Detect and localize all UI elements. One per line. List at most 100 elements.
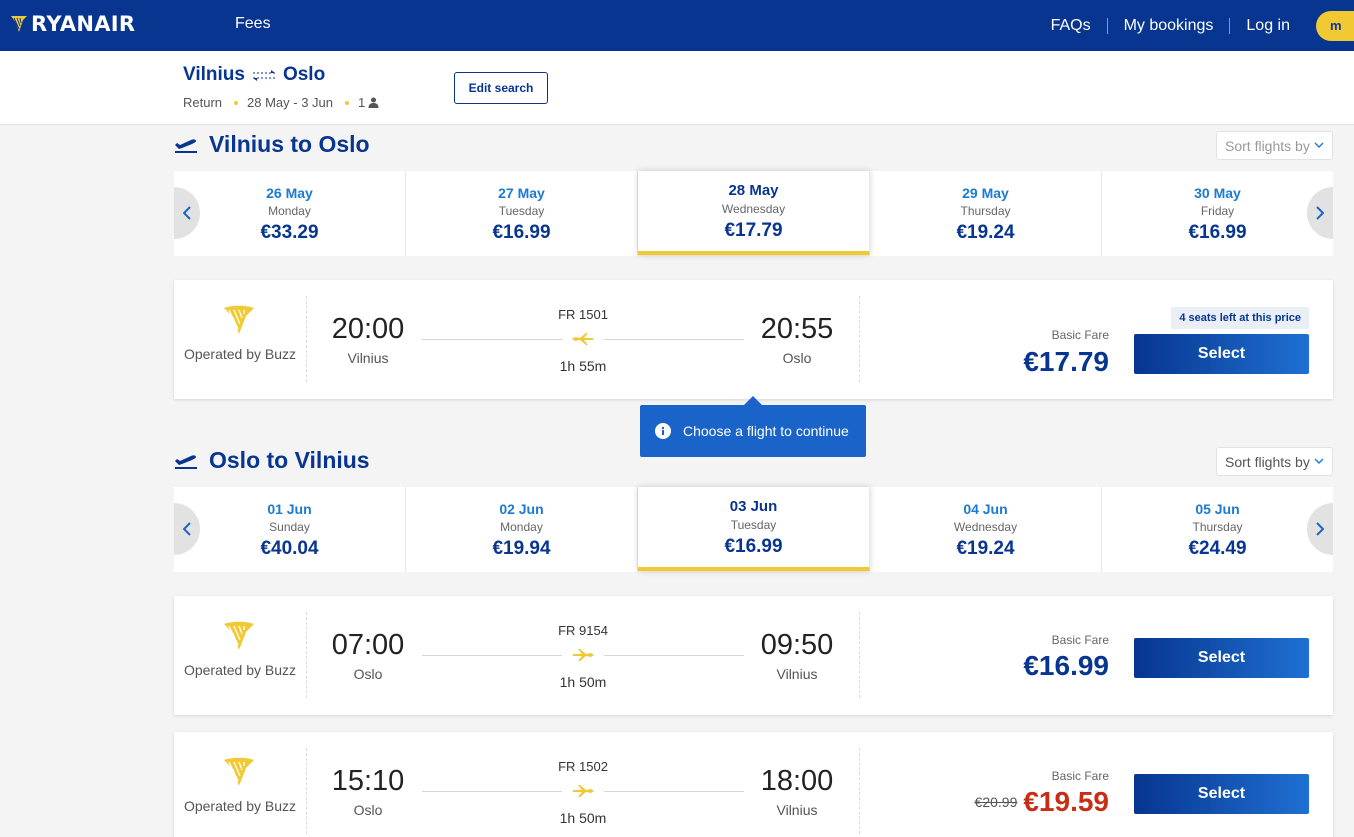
outbound-title-text: Vilnius to Oslo: [209, 131, 370, 157]
flight-path-line: [422, 655, 562, 656]
date-label: 26 May: [266, 185, 313, 201]
date-price: €16.99: [724, 536, 783, 557]
operator-block: Operated by Buzz: [174, 596, 306, 715]
day-label: Thursday: [960, 204, 1011, 218]
departure-time: 15:10: [331, 765, 405, 797]
sort-label: Sort flights by: [1225, 137, 1310, 154]
select-flight-button[interactable]: Select: [1134, 774, 1309, 814]
arrival-time: 18:00: [760, 765, 834, 797]
chevron-down-icon: [1314, 458, 1324, 464]
day-label: Wednesday: [953, 520, 1018, 534]
date-label: 01 Jun: [267, 501, 312, 517]
trip-dates: 28 May - 3 Jun: [247, 95, 334, 110]
departure-city: Oslo: [353, 666, 383, 682]
avatar-initial: m: [1330, 17, 1342, 33]
operator-block: Operated by Buzz: [174, 732, 306, 837]
date-price: €17.79: [724, 220, 783, 241]
inbound-date-carousel: 01 Jun Sunday €40.04 02 Jun Monday €19.9…: [174, 487, 1333, 572]
departure-city: Oslo: [353, 802, 383, 818]
harp-logo-icon: [224, 621, 254, 650]
inbound-sort-dropdown[interactable]: Sort flights by: [1216, 447, 1333, 476]
nav-fees-link[interactable]: Fees: [235, 15, 271, 33]
day-label: Monday: [500, 520, 543, 534]
nav-my-bookings-link[interactable]: My bookings: [1108, 17, 1230, 35]
date-label: 28 May: [728, 182, 779, 199]
takeoff-icon: [175, 138, 197, 153]
passenger-count: 1: [358, 95, 366, 110]
day-label: Friday: [1200, 204, 1235, 218]
date-price: €33.29: [260, 222, 319, 243]
date-price: €16.99: [492, 222, 551, 243]
date-price: €40.04: [260, 538, 319, 559]
operator-label: Operated by Buzz: [183, 346, 297, 362]
choose-flight-tooltip: Choose a flight to continue: [640, 396, 866, 457]
avatar[interactable]: m: [1316, 10, 1354, 41]
flight-card[interactable]: Operated by Buzz 15:10 Oslo FR 1502 1h 5…: [174, 732, 1333, 837]
day-label: Tuesday: [730, 518, 777, 532]
arrival-city: Vilnius: [776, 802, 818, 818]
outbound-sort-dropdown[interactable]: Sort flights by: [1216, 131, 1333, 160]
flight-price: €20.99 €19.59: [975, 786, 1109, 818]
day-label: Thursday: [1192, 520, 1243, 534]
arrival-city: Vilnius: [776, 666, 818, 682]
arrival-city: Oslo: [782, 350, 812, 366]
chevron-left-icon: [183, 206, 191, 220]
select-flight-button[interactable]: Select: [1134, 334, 1309, 374]
date-label: 27 May: [498, 185, 545, 201]
fare-type-label: Basic Fare: [1051, 328, 1109, 342]
date-price: €19.94: [492, 538, 551, 559]
outbound-section-title: Vilnius to Oslo: [174, 131, 370, 158]
card-divider: [306, 748, 307, 834]
date-price: €24.49: [1188, 538, 1247, 559]
date-label: 04 Jun: [963, 501, 1008, 517]
date-label: 05 Jun: [1195, 501, 1240, 517]
flight-path-line: [422, 791, 562, 792]
date-label: 30 May: [1194, 185, 1241, 201]
card-divider: [859, 612, 860, 698]
top-navigation: RYANAIR Fees FAQs My bookings Log in m: [0, 0, 1354, 51]
fare-type-label: Basic Fare: [1051, 633, 1109, 647]
flight-card[interactable]: Operated by Buzz 07:00 Oslo FR 9154 1h 5…: [174, 596, 1333, 715]
date-label: 03 Jun: [729, 498, 778, 515]
operator-block: Operated by Buzz: [174, 280, 306, 399]
harp-logo-icon: [224, 757, 254, 786]
outbound-date-option[interactable]: 26 May Monday €33.29: [174, 171, 406, 256]
departure-city: Vilnius: [347, 350, 389, 366]
inbound-date-option[interactable]: 05 Jun Thursday €24.49: [1102, 487, 1333, 572]
arrival-time: 09:50: [760, 629, 834, 661]
sale-price: €19.59: [1023, 786, 1109, 817]
departure-time: 20:00: [331, 313, 405, 345]
outbound-date-option[interactable]: 29 May Thursday €19.24: [870, 171, 1102, 256]
chevron-right-icon: [1316, 206, 1324, 220]
edit-search-button[interactable]: Edit search: [454, 72, 548, 104]
route-heading: Vilnius Oslo: [183, 64, 325, 86]
plane-icon: [572, 785, 594, 797]
origin-city: Vilnius: [183, 64, 245, 85]
flight-path-line: [604, 655, 744, 656]
inbound-date-option[interactable]: 02 Jun Monday €19.94: [406, 487, 638, 572]
card-divider: [859, 748, 860, 834]
date-price: €19.24: [956, 222, 1015, 243]
inbound-date-option[interactable]: 04 Jun Wednesday €19.24: [870, 487, 1102, 572]
outbound-date-option[interactable]: 30 May Friday €16.99: [1102, 171, 1333, 256]
operator-label: Operated by Buzz: [183, 662, 297, 678]
outbound-date-option[interactable]: 27 May Tuesday €16.99: [406, 171, 638, 256]
inbound-date-option-selected[interactable]: 03 Jun Tuesday €16.99: [638, 487, 870, 571]
operator-label: Operated by Buzz: [183, 798, 297, 814]
flight-route-icon: [252, 70, 275, 81]
departure-time: 07:00: [331, 629, 405, 661]
day-label: Tuesday: [498, 204, 545, 218]
nav-faqs-link[interactable]: FAQs: [1035, 17, 1107, 35]
flight-duration: 1h 55m: [559, 358, 607, 374]
nav-login-link[interactable]: Log in: [1230, 17, 1306, 35]
flight-price: €16.99: [1023, 650, 1109, 682]
select-flight-button[interactable]: Select: [1134, 638, 1309, 678]
info-icon: [655, 423, 671, 439]
outbound-date-option-selected[interactable]: 28 May Wednesday €17.79: [638, 171, 870, 255]
flight-card[interactable]: Operated by Buzz 20:00 Vilnius FR 1501 1…: [174, 280, 1333, 399]
ryanair-logo[interactable]: RYANAIR: [10, 12, 135, 36]
meta-dot: [234, 100, 239, 105]
flight-price: €17.79: [1023, 346, 1109, 378]
inbound-date-option[interactable]: 01 Jun Sunday €40.04: [174, 487, 406, 572]
flight-path-line: [422, 339, 562, 340]
